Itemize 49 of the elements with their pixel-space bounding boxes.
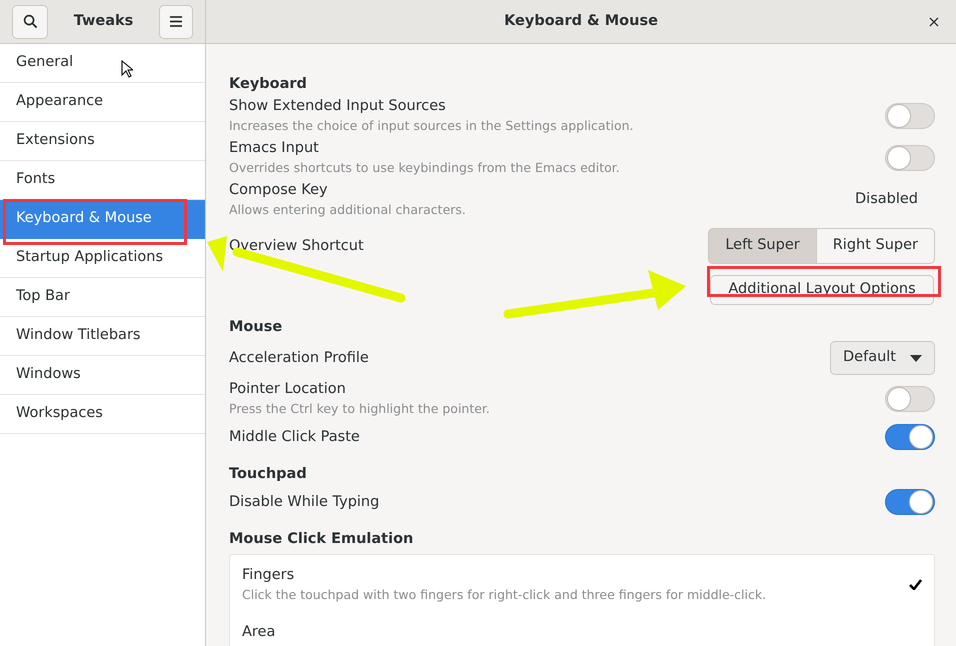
toggle-switch[interactable] <box>885 103 935 129</box>
setting-title: Acceleration Profile <box>229 349 369 368</box>
window-title: Keyboard & Mouse <box>504 12 658 31</box>
sidebar-item[interactable]: Appearance <box>0 83 205 122</box>
mouse-pointer-icon <box>121 60 133 78</box>
setting-title: Middle Click Paste <box>229 428 360 447</box>
section-heading: Touchpad <box>229 465 308 484</box>
check-icon <box>909 579 922 590</box>
setting-description: Overrides shortcuts to use keybindings from the Emacs editor. <box>229 159 620 177</box>
choice-item[interactable]: Fingers Click the touchpad with two fingers for right-click and three fingers for middle-click. <box>230 555 934 612</box>
setting-title: Pointer Location <box>229 380 347 399</box>
sidebar-item[interactable]: Top Bar <box>0 278 205 317</box>
setting-description: Click the touchpad with two fingers for right-click and three fingers for middle-click. <box>242 586 766 604</box>
menu-icon <box>170 16 182 27</box>
profile-dropdown[interactable]: Default <box>830 341 935 375</box>
setting-description: Allows entering additional characters. <box>229 201 466 219</box>
search-button[interactable] <box>12 4 48 38</box>
sidebar-title: Tweaks <box>72 12 134 31</box>
sidebar-item[interactable]: Window Titlebars <box>0 317 205 356</box>
setting-description: Increases the choice of input sources in the Settings application. <box>229 117 634 135</box>
sidebar-item[interactable]: Windows <box>0 356 205 395</box>
dropdown-caret-icon <box>910 354 922 362</box>
setting-title: Area <box>242 623 276 642</box>
setting-title: Disable While Typing <box>229 493 380 512</box>
segment-button[interactable]: Left Super <box>708 228 817 264</box>
search-icon <box>22 14 38 29</box>
toggle-switch[interactable] <box>885 145 935 171</box>
segment-button[interactable]: Right Super <box>816 228 935 264</box>
sidebar-item[interactable]: Keyboard & Mouse <box>0 200 205 239</box>
layout-options-button[interactable]: Additional Layout Options <box>710 275 934 305</box>
menu-button[interactable] <box>159 4 193 38</box>
setting-title: Show Extended Input Sources <box>229 97 447 116</box>
section-heading: Keyboard <box>229 75 308 94</box>
toggle-switch[interactable] <box>885 424 935 450</box>
setting-title: Compose Key <box>229 181 329 200</box>
setting-title: Emacs Input <box>229 139 320 158</box>
section-heading: Mouse Click Emulation <box>229 530 414 549</box>
toggle-switch[interactable] <box>885 489 935 515</box>
setting-title: Fingers <box>242 566 296 585</box>
toggle-switch[interactable] <box>885 386 935 412</box>
setting-value: Disabled <box>855 190 918 210</box>
sidebar-item[interactable]: Workspaces <box>0 395 205 434</box>
section-heading: Mouse <box>229 318 284 337</box>
setting-title: Overview Shortcut <box>229 237 364 256</box>
close-button[interactable]: × <box>926 12 942 32</box>
setting-description: Press the Ctrl key to highlight the pointer. <box>229 400 490 418</box>
sidebar-item[interactable]: Extensions <box>0 122 205 161</box>
choice-item[interactable]: Area <box>230 612 934 646</box>
sidebar-item[interactable]: Startup Applications <box>0 239 205 278</box>
